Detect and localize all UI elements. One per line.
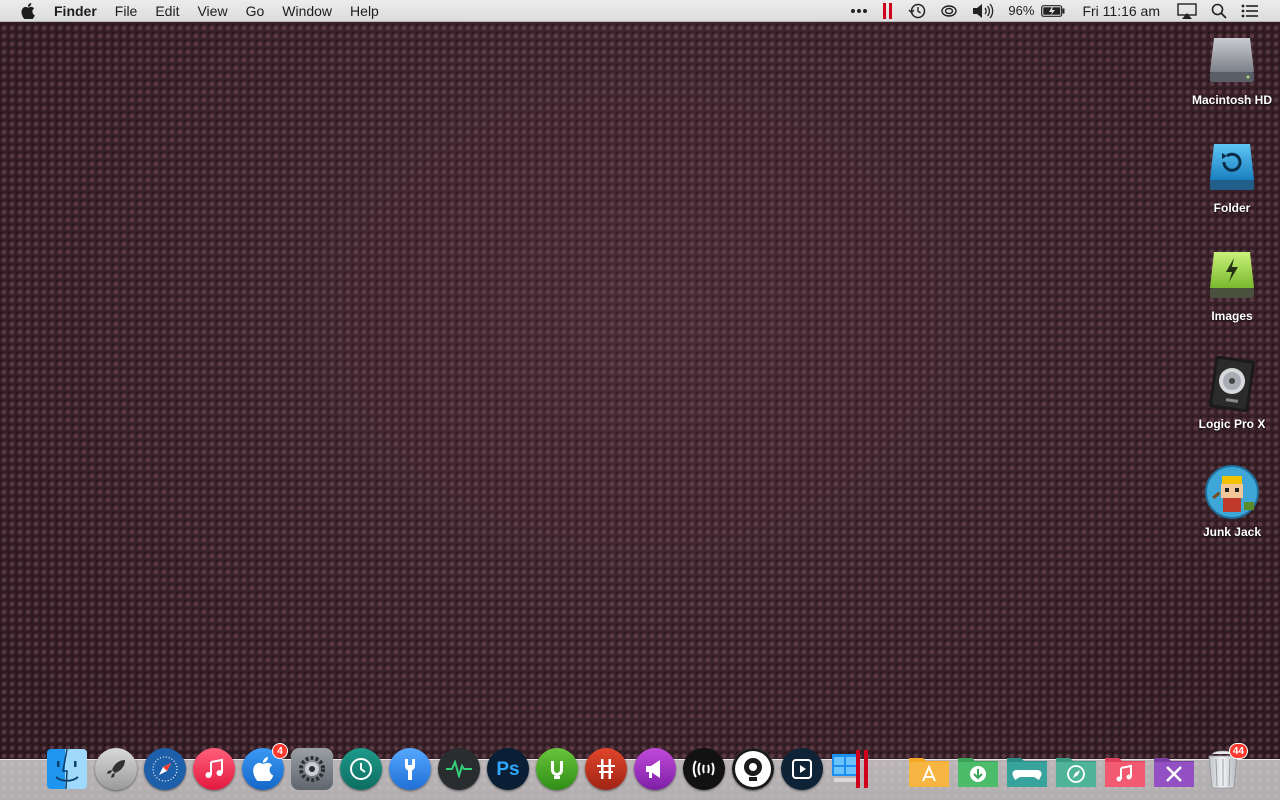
- desktop-icon-images[interactable]: Images: [1187, 248, 1277, 324]
- desktop-icon-label: Logic Pro X: [1198, 417, 1266, 431]
- games-folder-icon[interactable]: [1006, 754, 1048, 788]
- junk-jack-game-icon: [1204, 464, 1260, 520]
- battery-percent: 96%: [1008, 3, 1035, 18]
- sync-icon[interactable]: [933, 0, 965, 22]
- trash-badge: 44: [1228, 743, 1248, 759]
- utilities-icon[interactable]: [389, 748, 431, 790]
- menu-bar: Finder File Edit View Go Window Help 96%…: [0, 0, 1280, 22]
- app-store-icon[interactable]: 4: [242, 743, 288, 790]
- desktop-icon-macintosh-hd[interactable]: Macintosh HD: [1187, 32, 1277, 108]
- desktop-icon-junk-jack[interactable]: Junk Jack: [1187, 464, 1277, 540]
- safari-icon[interactable]: [144, 748, 186, 790]
- time-machine-icon[interactable]: [901, 0, 933, 22]
- desktop-icon-folder[interactable]: Folder: [1187, 140, 1277, 216]
- time-machine-icon[interactable]: [340, 748, 382, 790]
- camera-app-icon[interactable]: [732, 748, 774, 790]
- menu-view[interactable]: View: [188, 0, 236, 22]
- speaker-app-icon[interactable]: [634, 748, 676, 790]
- battery-icon[interactable]: [1041, 0, 1072, 22]
- menu-file[interactable]: File: [106, 0, 147, 22]
- logic-pro-icon: [1204, 356, 1260, 412]
- menu-finder[interactable]: Finder: [54, 0, 106, 22]
- finder-icon[interactable]: [46, 748, 88, 790]
- applications-folder-icon[interactable]: [908, 754, 950, 788]
- photoshop-icon[interactable]: Ps: [487, 748, 529, 790]
- itunes-icon[interactable]: [193, 748, 235, 790]
- trash-icon[interactable]: 44: [1202, 743, 1248, 790]
- airplay-icon[interactable]: [1170, 0, 1204, 22]
- menu-window[interactable]: Window: [273, 0, 341, 22]
- screen-recorder-icon[interactable]: [781, 748, 823, 790]
- utilities-folder-icon[interactable]: [1153, 754, 1195, 788]
- music-folder-icon[interactable]: [1104, 754, 1146, 788]
- app-store-badge: 4: [272, 743, 288, 759]
- spotlight-search-icon[interactable]: [1204, 0, 1234, 22]
- desktop-icon-label: Images: [1211, 309, 1253, 323]
- menu-go[interactable]: Go: [237, 0, 274, 22]
- airplay-audio-icon[interactable]: [683, 748, 725, 790]
- dock: 4 Ps 44: [46, 743, 1248, 790]
- volume-icon[interactable]: [965, 0, 1001, 22]
- downloads-folder-icon[interactable]: [957, 754, 999, 788]
- more-items-icon[interactable]: [843, 0, 875, 22]
- parallels-app-icon[interactable]: [585, 748, 627, 790]
- time-machine-drive-icon: [1204, 140, 1260, 196]
- desktop-icon-label: Junk Jack: [1202, 525, 1262, 539]
- launchpad-icon[interactable]: [95, 748, 137, 790]
- windows-parallels-icon[interactable]: [830, 748, 876, 790]
- desktop-icon-logic-pro-x[interactable]: Logic Pro X: [1187, 356, 1277, 432]
- system-preferences-icon[interactable]: [291, 748, 333, 790]
- menu-clock[interactable]: Fri 11:16 am: [1072, 0, 1170, 22]
- safari-folder-icon[interactable]: [1055, 754, 1097, 788]
- utorrent-icon[interactable]: [536, 748, 578, 790]
- notification-center-icon[interactable]: [1234, 0, 1266, 22]
- apple-menu-icon[interactable]: [20, 0, 36, 22]
- menu-edit[interactable]: Edit: [146, 0, 188, 22]
- parallels-icon[interactable]: [875, 0, 901, 22]
- external-drive-icon: [1204, 248, 1260, 304]
- menu-help[interactable]: Help: [341, 0, 388, 22]
- desktop-icon-label: Macintosh HD: [1191, 93, 1272, 107]
- desktop-icon-label: Folder: [1213, 201, 1251, 215]
- hard-drive-icon: [1204, 32, 1260, 88]
- activity-monitor-icon[interactable]: [438, 748, 480, 790]
